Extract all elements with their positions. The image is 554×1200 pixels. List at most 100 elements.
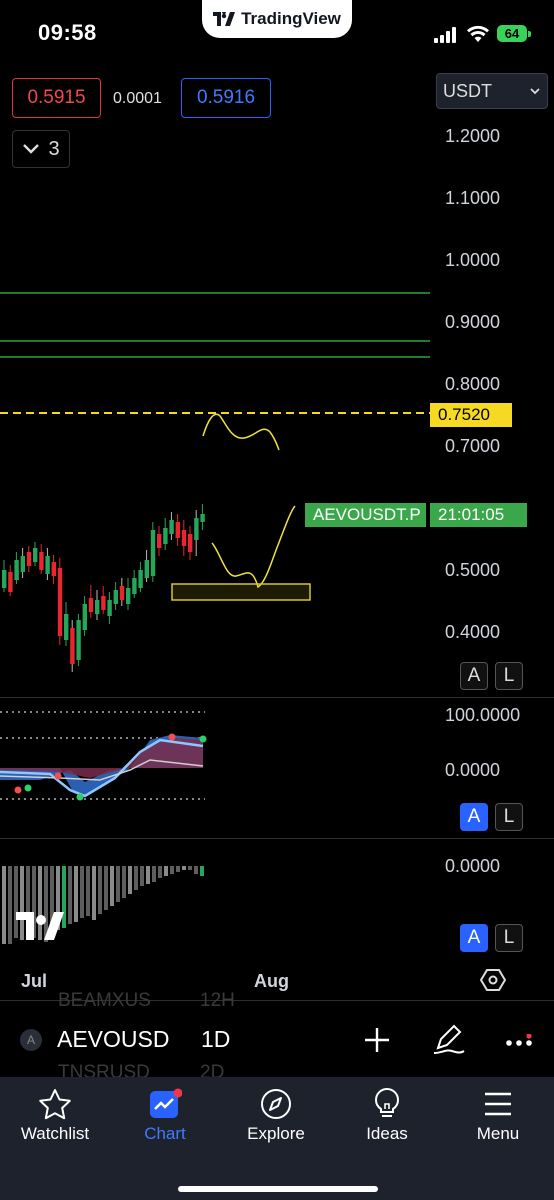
- candle-body: [157, 534, 162, 548]
- home-indicator: [178, 1186, 378, 1192]
- histogram-bar: [128, 866, 132, 894]
- log-scale-button[interactable]: L: [495, 803, 523, 831]
- battery-tip: [528, 31, 531, 37]
- price-tick: 0.9000: [445, 312, 501, 332]
- chart-settings-icon[interactable]: [480, 968, 506, 992]
- candle-body: [14, 560, 19, 580]
- time-axis-label: Aug: [254, 971, 289, 991]
- oscillator-tick: 100.0000: [445, 705, 521, 725]
- candle-body: [163, 528, 168, 544]
- histogram-bar: [200, 866, 204, 876]
- spread-value: 0.0001: [113, 90, 162, 107]
- histogram-bar: [194, 866, 198, 874]
- auto-scale-button[interactable]: A: [460, 924, 488, 952]
- histogram-bar: [188, 866, 192, 870]
- candle-body: [33, 548, 38, 562]
- battery-icon: 64: [497, 25, 527, 42]
- histogram-bar: [74, 866, 78, 922]
- candle-body: [126, 588, 131, 604]
- candle-body: [169, 520, 174, 534]
- price-tick: 1.0000: [445, 250, 501, 270]
- symbol-name[interactable]: AEVOUSD: [57, 1026, 169, 1053]
- candle-body: [82, 604, 87, 630]
- nav-menu[interactable]: Menu: [443, 1088, 553, 1144]
- nav-chart[interactable]: Chart: [110, 1088, 220, 1144]
- lightbulb-icon: [374, 1088, 400, 1117]
- candle-body: [20, 556, 25, 572]
- histogram-bar: [2, 866, 6, 944]
- previous-symbol[interactable]: BEAMXUS: [58, 990, 151, 1012]
- countdown-tag: 21:01:05: [430, 503, 527, 527]
- marked-level-tag: 0.7520: [430, 403, 512, 427]
- histogram-bar: [170, 866, 174, 874]
- currency-select[interactable]: USDT: [436, 73, 548, 109]
- candle-body: [188, 534, 193, 552]
- candle-body: [88, 598, 94, 612]
- candle-body: [45, 556, 50, 574]
- tradingview-logo-icon: [213, 12, 236, 26]
- histogram-bar: [182, 866, 186, 870]
- nav-label: Ideas: [366, 1124, 408, 1143]
- interval-button[interactable]: 1D: [201, 1026, 230, 1053]
- candle-body: [138, 570, 143, 588]
- histogram-bar: [68, 866, 72, 924]
- chart-icon: [150, 1088, 182, 1118]
- auto-scale-button[interactable]: A: [460, 662, 488, 690]
- more-icon[interactable]: [505, 1034, 533, 1048]
- candle-body: [150, 530, 156, 576]
- histogram-bar: [146, 866, 150, 884]
- histogram-bar: [176, 866, 180, 872]
- histogram-bar: [122, 866, 126, 898]
- histogram-pane[interactable]: [0, 842, 430, 962]
- nav-explore[interactable]: Explore: [221, 1088, 331, 1144]
- candle-body: [26, 552, 32, 566]
- candle-body: [113, 590, 118, 604]
- time-axis-label: Jul: [21, 971, 48, 991]
- nav-watchlist[interactable]: Watchlist: [0, 1088, 110, 1144]
- histogram-bar: [98, 866, 102, 914]
- candle-body: [194, 518, 199, 540]
- candle-body: [181, 530, 187, 546]
- oscillator-tick: 0.0000: [445, 760, 501, 780]
- symbol-avatar: A: [20, 1029, 42, 1051]
- oscillator-pane[interactable]: [0, 700, 430, 838]
- histogram-bar: [110, 866, 114, 906]
- chevron-down-icon: [530, 88, 540, 95]
- pane-divider[interactable]: [0, 697, 554, 698]
- compass-icon: [261, 1089, 291, 1119]
- symbol-price-tag: AEVOUSDT.P: [305, 503, 426, 527]
- candle-body: [76, 620, 81, 660]
- price-tick: 0.7000: [445, 436, 501, 456]
- pane-divider[interactable]: [0, 838, 554, 839]
- price-tick: 1.2000: [445, 126, 501, 146]
- price-tick: 1.1000: [445, 188, 501, 208]
- candle-body: [132, 578, 137, 594]
- candle-body: [51, 562, 56, 576]
- candle-body: [70, 628, 75, 664]
- signal-icon: [434, 27, 456, 43]
- price-chart[interactable]: [0, 110, 430, 700]
- log-scale-button[interactable]: L: [495, 662, 523, 690]
- price-tick: 0.4000: [445, 622, 501, 642]
- drawing-curve: [202, 413, 280, 451]
- log-scale-button[interactable]: L: [495, 924, 523, 952]
- candle-body: [144, 560, 149, 578]
- price-tick: 0.8000: [445, 374, 501, 394]
- star-icon: [39, 1089, 71, 1120]
- nav-label: Explore: [247, 1124, 305, 1143]
- histogram-bar: [80, 866, 84, 918]
- nav-label: Watchlist: [20, 1124, 90, 1143]
- projection-curve: [211, 505, 296, 589]
- candle-body: [2, 570, 7, 588]
- currency-value: USDT: [443, 80, 492, 101]
- nav-ideas[interactable]: Ideas: [332, 1088, 442, 1144]
- histogram-bar: [86, 866, 90, 916]
- status-time: 09:58: [38, 20, 97, 45]
- candle-body: [119, 586, 125, 600]
- brand-name: TradingView: [241, 9, 341, 28]
- pen-icon[interactable]: [432, 1022, 466, 1056]
- plus-icon[interactable]: [363, 1026, 391, 1054]
- support-zone: [171, 583, 311, 601]
- auto-scale-button[interactable]: A: [460, 803, 488, 831]
- candle-body: [8, 572, 13, 592]
